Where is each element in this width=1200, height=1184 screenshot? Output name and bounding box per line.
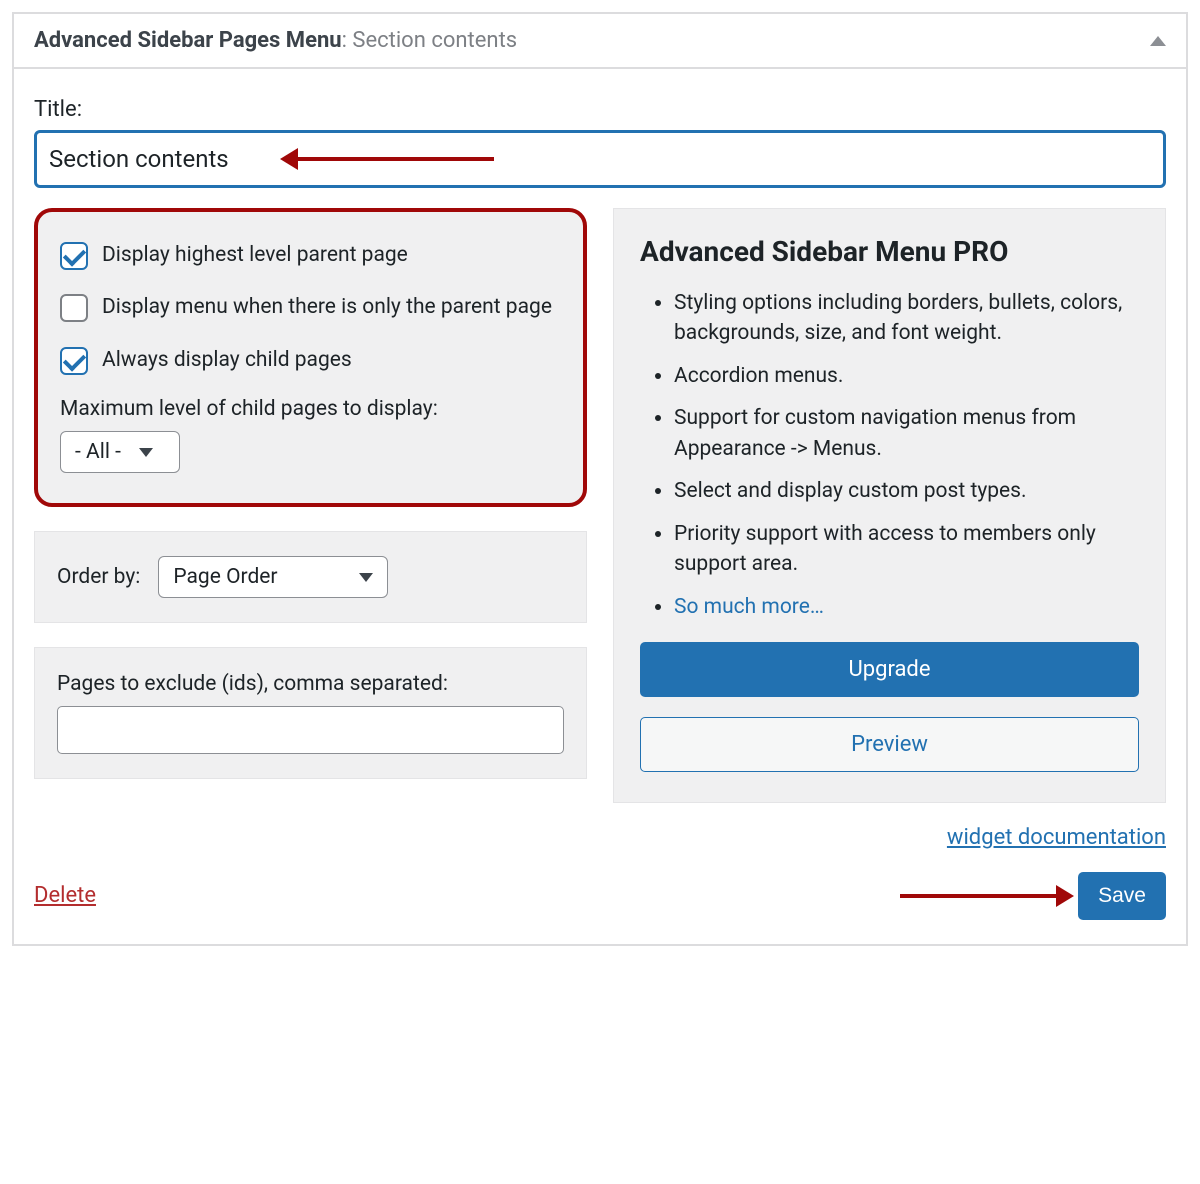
chevron-down-icon xyxy=(359,573,373,582)
columns: Display highest level parent page Displa… xyxy=(34,208,1166,803)
pro-feature-list: Styling options including borders, bulle… xyxy=(640,288,1139,622)
exclude-input[interactable] xyxy=(57,706,564,754)
checkbox-label: Always display child pages xyxy=(102,345,352,375)
title-row xyxy=(34,130,1166,188)
option-display-highest-parent[interactable]: Display highest level parent page xyxy=(60,240,561,270)
documentation-link[interactable]: widget documentation xyxy=(947,825,1166,850)
display-options-section: Display highest level parent page Displa… xyxy=(34,208,587,507)
list-item: Priority support with access to members … xyxy=(674,519,1139,580)
order-by-select[interactable]: Page Order xyxy=(158,556,388,598)
order-by-label: Order by: xyxy=(57,565,140,589)
title-label: Title: xyxy=(34,97,1166,122)
footer-links: widget documentation xyxy=(34,825,1166,850)
checkbox-icon[interactable] xyxy=(60,347,88,375)
max-level-select[interactable]: - All - xyxy=(60,431,180,473)
pro-title: Advanced Sidebar Menu PRO xyxy=(640,235,1139,268)
exclude-label: Pages to exclude (ids), comma separated: xyxy=(57,672,564,696)
widget-header[interactable]: Advanced Sidebar Pages Menu: Section con… xyxy=(14,14,1186,69)
option-always-display-child[interactable]: Always display child pages xyxy=(60,345,561,375)
select-value: - All - xyxy=(75,440,121,464)
widget-title-suffix: : Section contents xyxy=(342,28,518,53)
collapse-toggle-icon[interactable] xyxy=(1150,36,1166,46)
checkbox-label: Display menu when there is only the pare… xyxy=(102,292,552,322)
save-button[interactable]: Save xyxy=(1078,872,1166,920)
max-level-label: Maximum level of child pages to display: xyxy=(60,397,561,421)
chevron-down-icon xyxy=(139,448,153,457)
title-input[interactable] xyxy=(34,130,1166,188)
checkbox-label: Display highest level parent page xyxy=(102,240,408,270)
select-value: Page Order xyxy=(173,565,277,589)
list-item: Accordion menus. xyxy=(674,361,1139,391)
widget-title: Advanced Sidebar Pages Menu: Section con… xyxy=(34,28,517,53)
more-link[interactable]: So much more… xyxy=(674,595,824,619)
preview-button[interactable]: Preview xyxy=(640,717,1139,772)
checkbox-icon[interactable] xyxy=(60,294,88,322)
list-item: Styling options including borders, bulle… xyxy=(674,288,1139,349)
delete-link[interactable]: Delete xyxy=(34,883,96,908)
list-item: Support for custom navigation menus from… xyxy=(674,403,1139,464)
annotation-arrow-icon xyxy=(900,894,1060,898)
exclude-section: Pages to exclude (ids), comma separated: xyxy=(34,647,587,779)
checkbox-icon[interactable] xyxy=(60,242,88,270)
footer-actions: Delete Save xyxy=(34,872,1166,920)
widget-title-name: Advanced Sidebar Pages Menu xyxy=(34,28,342,53)
order-section: Order by: Page Order xyxy=(34,531,587,623)
widget-body: Title: Display highest level parent page… xyxy=(14,69,1186,944)
widget-panel: Advanced Sidebar Pages Menu: Section con… xyxy=(12,12,1188,946)
save-group: Save xyxy=(900,872,1166,920)
list-item: So much more… xyxy=(674,592,1139,622)
upgrade-button[interactable]: Upgrade xyxy=(640,642,1139,697)
right-column: Advanced Sidebar Menu PRO Styling option… xyxy=(613,208,1166,803)
option-display-when-only-parent[interactable]: Display menu when there is only the pare… xyxy=(60,292,561,322)
list-item: Select and display custom post types. xyxy=(674,476,1139,506)
left-column: Display highest level parent page Displa… xyxy=(34,208,587,779)
pro-panel: Advanced Sidebar Menu PRO Styling option… xyxy=(613,208,1166,803)
